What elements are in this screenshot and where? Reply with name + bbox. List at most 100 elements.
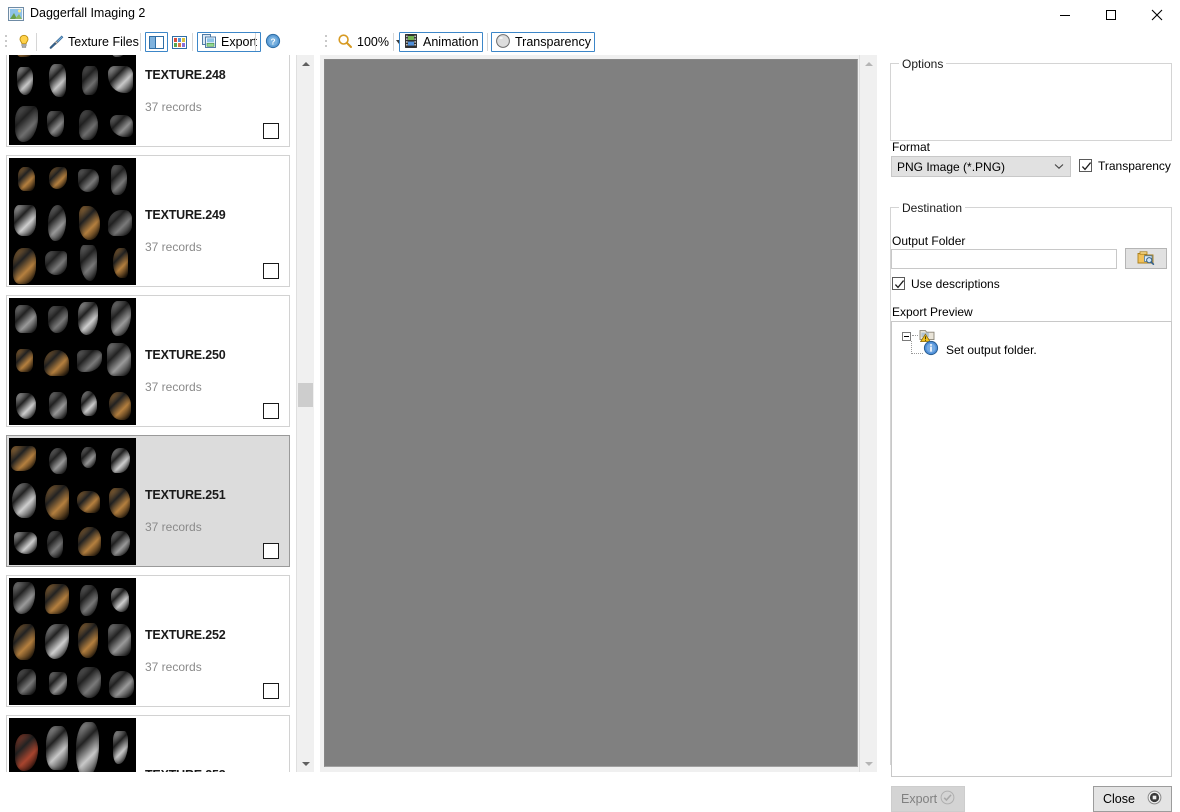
sprite <box>16 669 36 695</box>
image-viewer-canvas[interactable] <box>324 59 858 767</box>
toolbar-grip-left[interactable] <box>5 35 8 49</box>
chevron-down-icon[interactable] <box>1048 163 1070 170</box>
chevron-up-icon <box>864 61 873 66</box>
minimize-button[interactable] <box>1042 0 1088 29</box>
sprite <box>48 671 67 696</box>
magnifier-icon <box>337 33 353 52</box>
format-label: Format <box>892 140 931 154</box>
view-mode-list-button[interactable] <box>145 32 168 52</box>
tree-node-message[interactable]: Set output folder. <box>923 340 1037 359</box>
sprite <box>112 730 128 765</box>
sprite <box>14 532 37 554</box>
scroll-up-button[interactable] <box>297 55 314 72</box>
viewer-scrollbar[interactable] <box>859 55 877 772</box>
sprite <box>79 585 99 617</box>
tree-node-label: Set output folder. <box>946 342 1037 357</box>
help-circle-icon: ? <box>265 33 281 52</box>
sprite <box>81 66 98 96</box>
browse-folder-button[interactable] <box>1125 248 1167 269</box>
zoom-control[interactable]: 100% <box>333 32 406 52</box>
sprite <box>13 623 35 660</box>
list-item[interactable]: TEXTURE.248 37 records <box>6 55 290 147</box>
sprite <box>80 446 97 469</box>
transparency-checkbox[interactable] <box>1079 159 1092 172</box>
title-bar: Daggerfall Imaging 2 <box>0 0 1180 29</box>
lightbulb-button[interactable] <box>12 32 36 52</box>
transparency-checkbox-label: Transparency <box>1098 159 1171 173</box>
list-item[interactable]: TEXTURE.251 37 records <box>6 435 290 567</box>
texture-files-label: Texture Files <box>68 34 139 49</box>
grid-view-icon <box>172 35 187 49</box>
sprite <box>110 164 128 196</box>
toolbar-separator-2 <box>140 33 141 51</box>
list-item[interactable]: TEXTURE.250 37 records <box>6 295 290 427</box>
export-preview-label: Export Preview <box>892 305 973 319</box>
sprite <box>49 447 67 474</box>
folder-search-icon <box>1137 250 1155 268</box>
close-action-label: Close <box>1103 792 1135 806</box>
sprite <box>108 670 134 699</box>
application-window: Daggerfall Imaging 2 Texture Files Expor… <box>0 0 1180 812</box>
list-item-records: 37 records <box>145 380 202 394</box>
viewer-scroll-down-button[interactable] <box>860 755 877 772</box>
collapse-icon[interactable] <box>902 331 911 341</box>
file-list-pane[interactable]: TEXTURE.248 37 records TEXTURE.249 37 recor… <box>0 55 296 772</box>
sprite <box>12 482 37 519</box>
toolbar-grip-right[interactable] <box>325 35 328 49</box>
client-area: TEXTURE.248 37 records TEXTURE.249 37 recor… <box>0 55 1180 812</box>
transparency-button-label: Transparency <box>515 34 591 49</box>
list-item-checkbox[interactable] <box>263 543 279 559</box>
texture-thumbnail <box>9 158 136 285</box>
list-item[interactable]: TEXTURE.249 37 records <box>6 155 290 287</box>
close-action-button[interactable]: Close <box>1093 786 1172 812</box>
svg-text:?: ? <box>270 36 275 46</box>
maximize-button[interactable] <box>1088 0 1134 29</box>
transparency-button[interactable]: Transparency <box>491 32 595 52</box>
export-preview-tree[interactable]: Set output folder. <box>891 321 1172 777</box>
sprite <box>110 531 131 556</box>
file-list-scrollbar[interactable] <box>296 55 314 772</box>
close-button[interactable] <box>1134 0 1180 29</box>
list-item-records: 37 records <box>145 660 202 674</box>
sprite <box>48 167 67 189</box>
list-item[interactable]: TEXTURE.252 37 records <box>6 575 290 707</box>
list-item[interactable]: TEXTURE.25337 records <box>6 715 290 772</box>
output-folder-input[interactable] <box>891 249 1117 269</box>
sprite <box>44 584 69 614</box>
sprite <box>15 305 37 334</box>
sphere-icon <box>495 33 511 52</box>
list-item-records: 37 records <box>145 240 202 254</box>
list-item-checkbox[interactable] <box>263 123 279 139</box>
format-select[interactable]: PNG Image (*.PNG) <box>891 156 1071 177</box>
list-item-checkbox[interactable] <box>263 683 279 699</box>
options-group: Options <box>890 57 1172 141</box>
export-button[interactable]: Export <box>197 32 262 52</box>
window-title: Daggerfall Imaging 2 <box>30 6 146 20</box>
sprite <box>16 349 34 372</box>
sprite <box>76 490 100 514</box>
sprite <box>77 349 102 372</box>
help-button[interactable]: ? <box>261 32 285 52</box>
list-item-checkbox[interactable] <box>263 263 279 279</box>
texture-thumbnail <box>9 718 136 772</box>
list-view-icon <box>149 35 164 49</box>
viewer-scroll-up-button[interactable] <box>860 55 877 72</box>
sprite <box>47 205 66 241</box>
view-mode-grid-button[interactable] <box>168 32 191 52</box>
scroll-down-button[interactable] <box>297 755 314 772</box>
export-options-pane: Options Format PNG Image (*.PNG) Transpa… <box>878 55 1180 812</box>
sprite <box>109 114 133 138</box>
animation-button[interactable]: Animation <box>399 32 483 52</box>
export-action-button[interactable]: Export <box>891 786 965 812</box>
animation-button-label: Animation <box>423 34 479 49</box>
export-copy-icon <box>201 33 217 52</box>
options-group-legend: Options <box>899 57 947 71</box>
list-item-checkbox[interactable] <box>263 403 279 419</box>
scrollbar-thumb[interactable] <box>298 383 313 407</box>
tree-connector-horizontal <box>911 353 923 354</box>
film-strip-icon <box>403 33 419 52</box>
sprite <box>111 300 132 337</box>
sprite <box>77 301 98 336</box>
use-descriptions-checkbox[interactable] <box>892 277 905 290</box>
sprite <box>11 446 37 472</box>
